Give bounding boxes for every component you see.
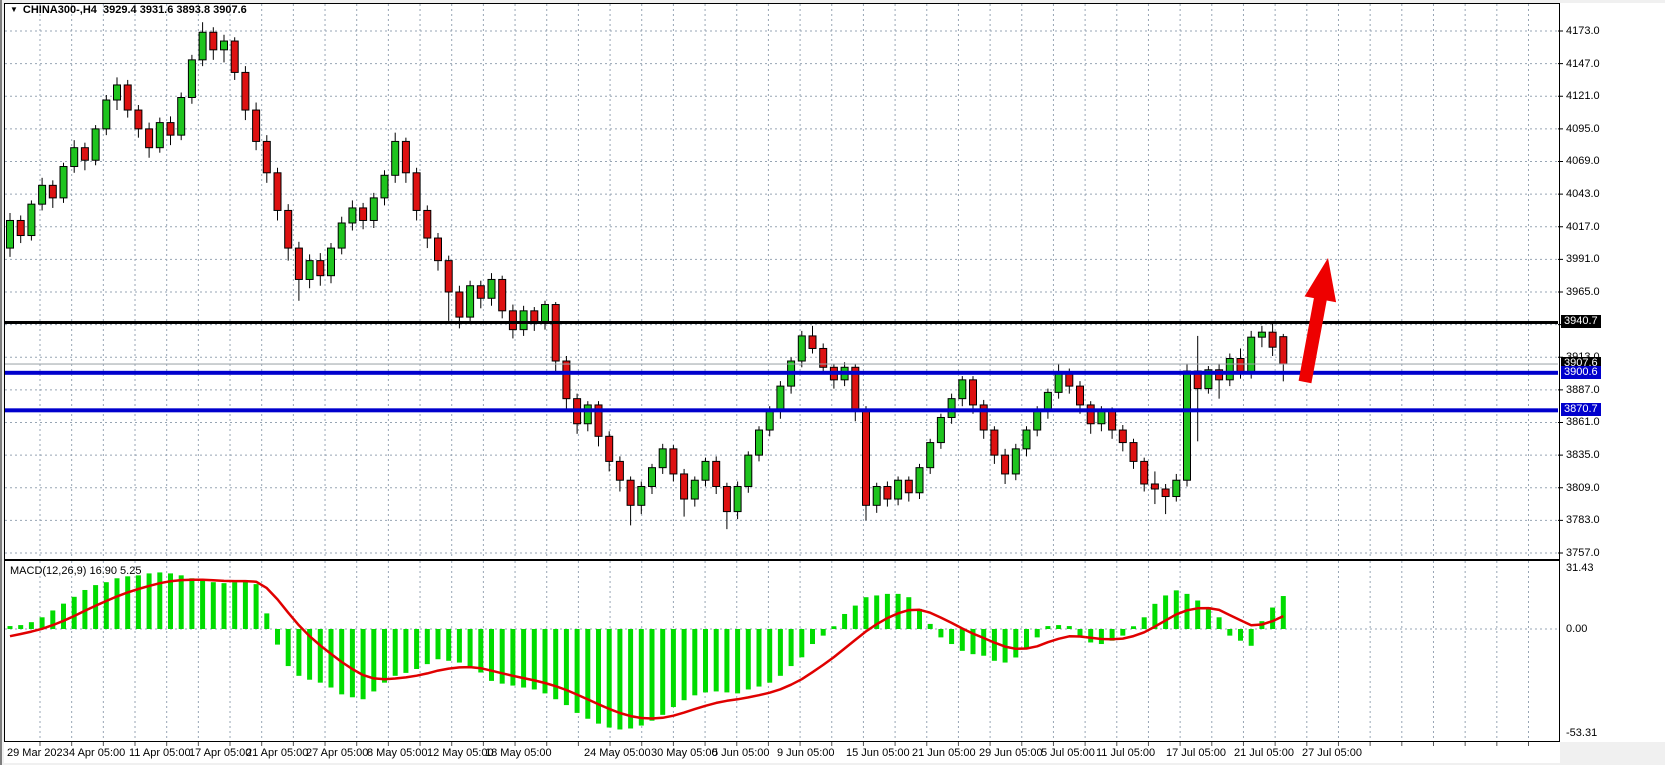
price-tick-label: 4069.0 bbox=[1566, 155, 1600, 167]
price-chart-panel[interactable] bbox=[4, 3, 1560, 560]
chart-title: ▼ CHINA300-,H4 3929.4 3931.6 3893.8 3907.… bbox=[10, 4, 247, 16]
time-label: 8 May 05:00 bbox=[367, 747, 428, 759]
price-tick-label: 3757.0 bbox=[1566, 547, 1600, 559]
time-label: 12 May 05:00 bbox=[427, 747, 494, 759]
price-tick-label: 4147.0 bbox=[1566, 58, 1600, 70]
ohlc-values: 3929.4 3931.6 3893.8 3907.6 bbox=[103, 4, 247, 16]
time-label: 21 Apr 05:00 bbox=[246, 747, 308, 759]
time-label: 21 Jun 05:00 bbox=[912, 747, 976, 759]
time-label: 18 May 05:00 bbox=[485, 747, 552, 759]
price-badge-3900.6: 3900.6 bbox=[1561, 366, 1601, 379]
time-label: 5 Jul 05:00 bbox=[1041, 747, 1095, 759]
symbol-dropdown-icon[interactable]: ▼ bbox=[10, 5, 18, 14]
price-tick-label: 4017.0 bbox=[1566, 221, 1600, 233]
chart-window: 4173.0 4147.0 4121.0 4095.0 4069.0 4043.0 4017… bbox=[0, 0, 1665, 765]
time-label: 29 Mar 2023 bbox=[7, 747, 69, 759]
price-tick-label: 3835.0 bbox=[1566, 449, 1600, 461]
price-tick-label: 3809.0 bbox=[1566, 482, 1600, 494]
symbol-period-label: CHINA300-,H4 bbox=[23, 4, 97, 16]
price-tick-label: 3965.0 bbox=[1566, 286, 1600, 298]
price-tick-label: 3783.0 bbox=[1566, 514, 1600, 526]
time-label: 9 Jun 05:00 bbox=[777, 747, 835, 759]
time-label: 30 May 05:00 bbox=[651, 747, 718, 759]
macd-tick-label: 0.00 bbox=[1566, 623, 1587, 635]
price-badge-3940.7: 3940.7 bbox=[1561, 315, 1601, 328]
macd-tick-label: 31.43 bbox=[1566, 562, 1594, 574]
macd-indicator-label: MACD(12,26,9) 16.90 5.25 bbox=[10, 565, 141, 577]
time-label: 17 Jul 05:00 bbox=[1166, 747, 1226, 759]
time-label: 27 Jul 05:00 bbox=[1302, 747, 1362, 759]
time-label: 29 Jun 05:00 bbox=[979, 747, 1043, 759]
time-label: 17 Apr 05:00 bbox=[189, 747, 251, 759]
price-axis[interactable]: 4173.0 4147.0 4121.0 4095.0 4069.0 4043.0 4017… bbox=[1560, 3, 1665, 742]
time-label: 11 Jul 05:00 bbox=[1096, 747, 1155, 759]
time-label: 27 Apr 05:00 bbox=[306, 747, 368, 759]
price-tick-label: 3991.0 bbox=[1566, 253, 1600, 265]
time-label: 21 Jul 05:00 bbox=[1234, 747, 1294, 759]
time-label: 15 Jun 05:00 bbox=[846, 747, 910, 759]
price-tick-label: 4173.0 bbox=[1566, 25, 1600, 37]
time-label: 5 Jun 05:00 bbox=[712, 747, 770, 759]
macd-tick-label: -53.31 bbox=[1566, 727, 1597, 739]
time-label: 4 Apr 05:00 bbox=[69, 747, 125, 759]
time-axis[interactable]: 29 Mar 20234 Apr 05:00 11 Apr 05:0017 Apr… bbox=[4, 742, 1560, 763]
price-tick-label: 3861.0 bbox=[1566, 416, 1600, 428]
price-tick-label: 4095.0 bbox=[1566, 123, 1600, 135]
price-tick-label: 4043.0 bbox=[1566, 188, 1600, 200]
time-label: 11 Apr 05:00 bbox=[129, 747, 191, 759]
macd-indicator-panel[interactable] bbox=[4, 560, 1560, 742]
price-tick-label: 3887.0 bbox=[1566, 384, 1600, 396]
time-label: 24 May 05:00 bbox=[584, 747, 651, 759]
price-tick-label: 4121.0 bbox=[1566, 90, 1600, 102]
price-badge-3870.7: 3870.7 bbox=[1561, 403, 1601, 416]
